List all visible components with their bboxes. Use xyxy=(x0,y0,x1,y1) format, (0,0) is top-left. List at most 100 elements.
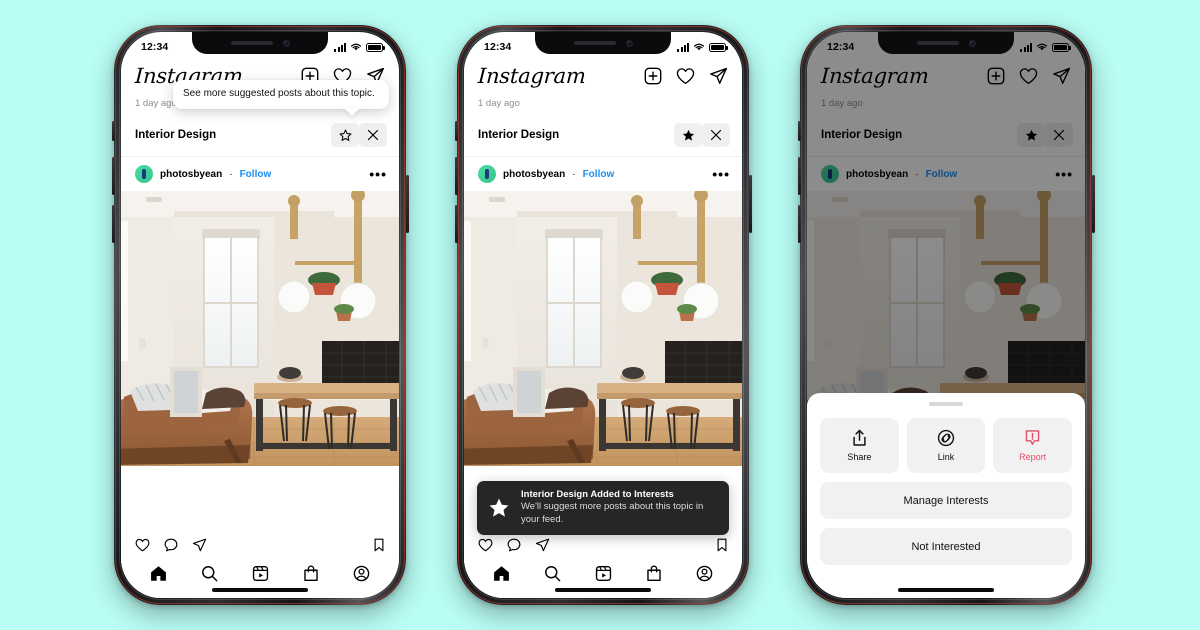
power-button[interactable] xyxy=(748,175,752,233)
like-heart-icon[interactable] xyxy=(478,538,493,552)
post-more-icon[interactable]: ••• xyxy=(712,167,730,181)
manage-interests-action[interactable]: Manage Interests xyxy=(820,482,1072,519)
share-label: Share xyxy=(847,452,872,462)
messenger-icon[interactable] xyxy=(709,67,728,85)
drag-handle[interactable] xyxy=(929,402,963,406)
wifi-icon xyxy=(350,43,362,51)
post-username[interactable]: photosbyean xyxy=(160,169,222,180)
avatar[interactable] xyxy=(478,165,496,183)
status-time: 12:34 xyxy=(484,41,512,53)
battery-full-icon xyxy=(366,42,385,52)
report-label: Report xyxy=(1019,452,1047,462)
post-photo[interactable] xyxy=(464,191,742,466)
power-button[interactable] xyxy=(1091,175,1095,233)
comment-icon[interactable] xyxy=(164,538,178,552)
avatar[interactable] xyxy=(135,165,153,183)
earpiece-speaker xyxy=(230,41,273,45)
phone-2-screen: 12:34 Instagram 1 day ago Interior Desig… xyxy=(464,32,742,598)
not-interested-action[interactable]: Not Interested xyxy=(820,528,1072,565)
front-camera xyxy=(625,39,633,47)
save-bookmark-icon[interactable] xyxy=(373,538,385,552)
battery-full-icon xyxy=(709,42,728,52)
volume-down-button[interactable] xyxy=(454,205,458,243)
volume-up-button[interactable] xyxy=(111,157,115,195)
new-post-icon[interactable] xyxy=(644,67,662,85)
nav-home[interactable] xyxy=(150,565,167,582)
phone-2-toast-state: 12:34 Instagram 1 day ago Interior Desig… xyxy=(454,25,752,605)
nav-reels[interactable] xyxy=(252,565,269,582)
link-action[interactable]: Link xyxy=(906,418,986,473)
like-heart-icon[interactable] xyxy=(135,538,150,552)
interior-photo-illustration xyxy=(121,191,399,466)
share-upload-icon xyxy=(853,429,866,446)
feed-timestamp: 1 day ago xyxy=(478,98,520,109)
report-action[interactable]: Report xyxy=(993,418,1073,473)
tooltip-text: See more suggested posts about this topi… xyxy=(183,88,375,99)
follow-button[interactable]: Follow xyxy=(583,169,615,180)
feed-area: 1 day ago Interior Design photosbyean · … xyxy=(464,94,742,598)
silent-switch[interactable] xyxy=(111,121,115,141)
post-action-row xyxy=(464,534,742,556)
volume-up-button[interactable] xyxy=(797,157,801,195)
volume-down-button[interactable] xyxy=(111,205,115,243)
follow-button[interactable]: Follow xyxy=(240,169,272,180)
post-username[interactable]: photosbyean xyxy=(503,169,565,180)
nav-reels[interactable] xyxy=(595,565,612,582)
earpiece-speaker xyxy=(916,41,959,45)
nav-profile[interactable] xyxy=(353,565,370,582)
phone-1-screen: 12:34 Instagram 1 day ago Interior Desig… xyxy=(121,32,399,598)
status-time: 12:34 xyxy=(141,41,169,53)
post-more-icon[interactable]: ••• xyxy=(369,167,387,181)
front-camera xyxy=(282,39,290,47)
nav-search[interactable] xyxy=(544,565,561,582)
heart-icon[interactable] xyxy=(676,67,695,85)
feed-area: 1 day ago Interior Design photosbyean · … xyxy=(121,94,399,598)
close-icon[interactable] xyxy=(702,123,730,147)
link-label: Link xyxy=(937,452,955,462)
separator-dot: · xyxy=(229,168,233,180)
topic-label: Interior Design xyxy=(478,129,560,141)
topic-label: Interior Design xyxy=(135,129,217,141)
home-indicator xyxy=(898,588,994,592)
toast-body: We'll suggest more posts about this topi… xyxy=(521,501,704,526)
link-chain-icon xyxy=(937,429,955,447)
device-notch xyxy=(878,32,1014,54)
silent-switch[interactable] xyxy=(454,121,458,141)
home-indicator xyxy=(555,588,651,592)
post-header: photosbyean · Follow ••• xyxy=(121,157,399,191)
share-icon[interactable] xyxy=(192,538,207,552)
nav-search[interactable] xyxy=(201,565,218,582)
close-icon[interactable] xyxy=(359,123,387,147)
silent-switch[interactable] xyxy=(797,121,801,141)
share-icon[interactable] xyxy=(535,538,550,552)
wifi-icon xyxy=(1036,43,1048,51)
suggested-posts-tooltip[interactable]: See more suggested posts about this topi… xyxy=(173,80,389,109)
wifi-icon xyxy=(693,43,705,51)
cellular-bars-icon xyxy=(677,42,689,52)
star-outline-icon[interactable] xyxy=(331,123,359,147)
volume-up-button[interactable] xyxy=(454,157,458,195)
app-header: Instagram xyxy=(464,58,742,94)
comment-icon[interactable] xyxy=(507,538,521,552)
earpiece-speaker xyxy=(573,41,616,45)
nav-shop[interactable] xyxy=(646,565,662,582)
screenshot-stage: 12:34 Instagram 1 day ago Interior Desig… xyxy=(0,0,1200,630)
nav-home[interactable] xyxy=(493,565,510,582)
save-bookmark-icon[interactable] xyxy=(716,538,728,552)
phone-3-action-sheet-state: 12:34 Instagram 1 day ago Interior Desig… xyxy=(797,25,1095,605)
share-action[interactable]: Share xyxy=(820,418,899,473)
cellular-bars-icon xyxy=(1020,42,1032,52)
power-button[interactable] xyxy=(405,175,409,233)
volume-down-button[interactable] xyxy=(797,205,801,243)
suggested-topic-row: Interior Design xyxy=(121,109,399,157)
nav-shop[interactable] xyxy=(303,565,319,582)
report-flag-icon xyxy=(1025,430,1040,445)
star-filled-icon xyxy=(489,498,509,517)
suggested-topic-row: Interior Design xyxy=(464,109,742,157)
star-filled-icon[interactable] xyxy=(674,123,702,147)
device-notch xyxy=(192,32,328,54)
nav-profile[interactable] xyxy=(696,565,713,582)
post-photo[interactable] xyxy=(121,191,399,466)
instagram-logo: Instagram xyxy=(477,64,587,88)
device-notch xyxy=(535,32,671,54)
